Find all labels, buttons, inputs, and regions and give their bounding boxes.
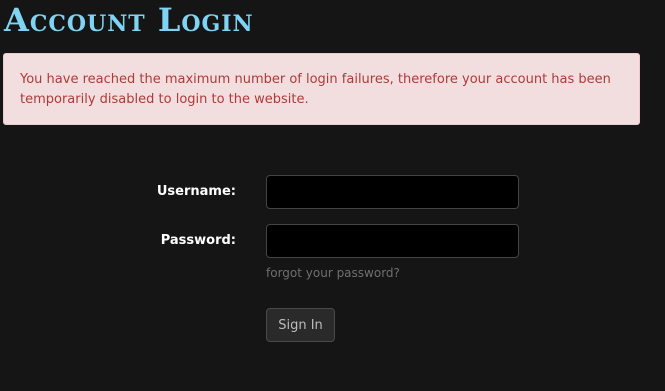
password-input[interactable]	[266, 224, 519, 258]
login-page: Account Login You have reached the maxim…	[0, 0, 665, 391]
page-title: Account Login	[4, 1, 254, 39]
sign-in-button[interactable]: Sign In	[266, 308, 335, 342]
error-alert: You have reached the maximum number of l…	[3, 53, 640, 125]
error-alert-message: You have reached the maximum number of l…	[20, 72, 611, 107]
password-label: Password:	[160, 233, 236, 248]
username-input[interactable]	[266, 175, 519, 209]
forgot-password-link[interactable]: forgot your password?	[266, 265, 400, 281]
username-label: Username:	[156, 184, 236, 199]
